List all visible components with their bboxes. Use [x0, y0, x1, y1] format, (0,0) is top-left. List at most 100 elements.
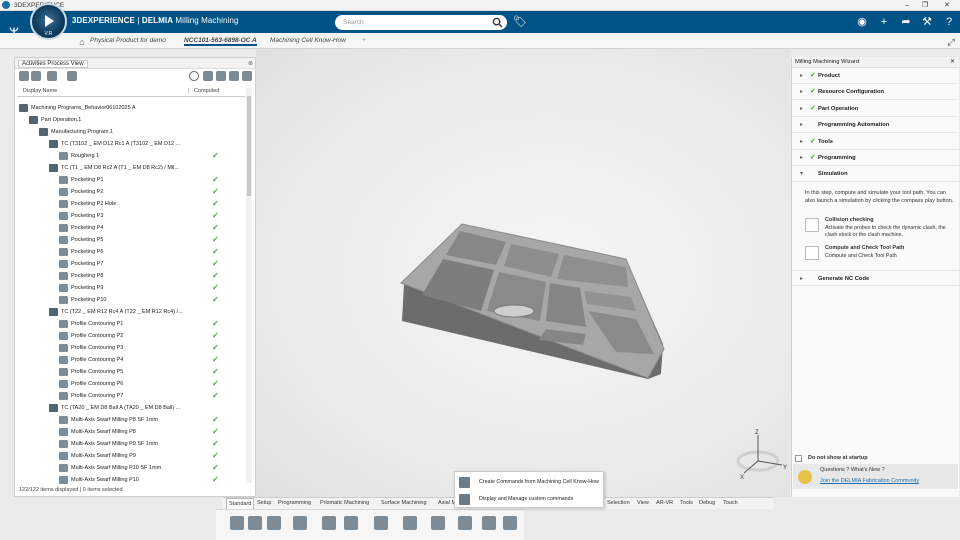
popup-create-commands[interactable]: Create Commands from Machining Cell Know… — [455, 474, 605, 491]
questions-link[interactable]: Questions ? What's New ? — [820, 467, 885, 473]
wizard-step[interactable]: ▸ ✓ Resource Configuration — [792, 84, 959, 101]
tree-row[interactable]: Profile Contouring P7 — [59, 390, 123, 402]
tree-tool-icon[interactable] — [19, 71, 29, 81]
tree-row[interactable]: Multi-Axis Swarf Milling P10 — [59, 474, 139, 486]
add-tab-button[interactable]: + — [362, 37, 366, 44]
tag-icon[interactable]: 🏷 — [512, 14, 528, 30]
zoom-icon[interactable] — [322, 516, 336, 530]
tree-row[interactable]: Pocketing P1 — [59, 174, 103, 186]
tree-row[interactable]: TC (TA20 _ EM D8 Ball A (TA20 _ EM D8 Ba… — [49, 402, 180, 414]
no-show-checkbox[interactable] — [795, 455, 802, 462]
tree-tool4-icon[interactable] — [67, 71, 77, 81]
popup-manage-commands[interactable]: Display and Manage custom commands — [455, 491, 605, 508]
tree-scrollbar[interactable] — [246, 88, 252, 483]
action-tab[interactable]: View — [637, 500, 649, 506]
col-display-name[interactable]: Display Name — [23, 88, 57, 94]
axis-triad[interactable]: Z X Y — [730, 429, 790, 484]
tree-row[interactable]: TC (T3102 _ EM D12 Rc1 A (T3102 _ EM D12… — [49, 138, 180, 150]
tree-row[interactable]: TC (T22 _ EM R12 Rc4 A (T22 _ EM R12 Rc4… — [49, 306, 183, 318]
close-button[interactable]: ✕ — [936, 0, 958, 11]
tree-row[interactable]: Multi-Axis Swarf Milling P8 SF 1mm — [59, 414, 158, 426]
scrollbar-thumb[interactable] — [247, 96, 251, 196]
wizard-step[interactable]: ▸ ✓ Programming — [792, 150, 959, 166]
operation-icon[interactable] — [431, 516, 445, 530]
home-icon[interactable]: ⌂ — [74, 34, 90, 50]
tree-tool2-icon[interactable] — [31, 71, 41, 81]
cut-icon[interactable] — [230, 516, 244, 530]
tree-row[interactable]: Pocketing P7 — [59, 258, 103, 270]
share-icon[interactable]: ➦ — [898, 14, 914, 30]
machine-icon[interactable] — [482, 516, 496, 530]
col-computed[interactable]: Computed — [188, 88, 219, 94]
tree-row[interactable]: Pocketing P8 — [59, 270, 103, 282]
help-icon[interactable]: ? — [941, 14, 957, 30]
paste-icon[interactable] — [267, 516, 281, 530]
action-tab[interactable]: Tools — [680, 500, 693, 506]
compass-button[interactable]: V.R — [30, 3, 67, 40]
filter-search-icon[interactable] — [189, 71, 199, 81]
community-link[interactable]: Join the DELMIA Fabrication Community — [820, 478, 919, 484]
program-icon[interactable] — [403, 516, 417, 530]
expand-icon[interactable]: ⤢ — [943, 34, 959, 50]
action-tab[interactable]: Selection — [607, 500, 630, 506]
wizard-step[interactable]: ▸ ✓ Product — [792, 68, 959, 84]
tool-icon[interactable] — [374, 516, 388, 530]
wizard-step[interactable]: ▸ ✓ Tools — [792, 134, 959, 150]
wizard-step[interactable]: ▸ ✓ Part Operation — [792, 101, 959, 117]
tree-row[interactable]: Profile Contouring P5 — [59, 366, 123, 378]
tree-row[interactable]: Machining Programs_Behavior06102025 A — [19, 102, 136, 114]
simulate-icon[interactable] — [503, 516, 517, 530]
action-tab[interactable]: Touch — [723, 500, 738, 506]
restore-button[interactable]: ❐ — [914, 0, 936, 11]
tab-machining-cell[interactable]: Machining Cell Know-How — [270, 37, 346, 44]
part-model[interactable] — [256, 49, 790, 497]
tree-tool3-icon[interactable] — [47, 71, 57, 81]
tree-row[interactable]: Multi-Axis Swarf Milling P10 SF 1mm — [59, 462, 161, 474]
tree-row[interactable]: Manufacturing Program.1 — [39, 126, 113, 138]
tree-row[interactable]: Pocketing P2 Hole — [59, 198, 116, 210]
tree-row[interactable]: Pocketing P10 — [59, 294, 106, 306]
tree-row[interactable]: Roughing 1 — [59, 150, 99, 162]
tree-row[interactable]: Pocketing P4 — [59, 222, 103, 234]
wizard-step[interactable]: ▸ Programming Automation — [792, 117, 959, 134]
tree-row[interactable]: Pocketing P2 — [59, 186, 103, 198]
search-icon[interactable] — [492, 17, 503, 28]
tree-row[interactable]: Pocketing P3 — [59, 210, 103, 222]
undo-icon[interactable] — [293, 516, 307, 530]
action-tab[interactable]: Setup — [257, 500, 271, 506]
add-icon[interactable]: + — [876, 14, 892, 30]
tree-row[interactable]: Profile Contouring P4 — [59, 354, 123, 366]
search-box[interactable]: Search — [335, 15, 507, 30]
action-tab[interactable]: Debug — [699, 500, 715, 506]
play-icon[interactable] — [45, 15, 54, 27]
view-icon[interactable] — [344, 516, 358, 530]
export-icon[interactable] — [242, 71, 252, 81]
3d-viewport[interactable]: Z X Y — [256, 49, 790, 497]
wizard-step[interactable]: ▾ Simulation — [792, 166, 959, 183]
tree-row[interactable]: Multi-Axis Swarf Milling P9 — [59, 450, 136, 462]
action-tab[interactable]: Programming — [278, 500, 311, 506]
tools-icon[interactable]: ⚒ — [919, 14, 935, 30]
collision-checking-item[interactable]: Collision checking Activate the probes to… — [805, 217, 955, 239]
tree-row[interactable]: Part Operation.1 — [29, 114, 81, 126]
tab-physical-product[interactable]: Physical Product for demo — [90, 37, 166, 44]
action-tab[interactable]: AR-VR — [656, 500, 673, 506]
compute-toolpath-item[interactable]: Compute and Check Tool Path Compute and C… — [805, 245, 955, 263]
wizard-close-icon[interactable]: ✕ — [950, 59, 955, 65]
tab-ncc101[interactable]: NCC101-563-6898-OC A — [184, 37, 257, 46]
action-tab[interactable]: Surface Machining — [381, 500, 427, 506]
tree-row[interactable]: Profile Contouring P6 — [59, 378, 123, 390]
settings-icon[interactable] — [229, 71, 239, 81]
tree-row[interactable]: Profile Contouring P2 — [59, 330, 123, 342]
user-icon[interactable]: ◉ — [854, 14, 870, 30]
action-tab[interactable]: Prismatic Machining — [320, 500, 369, 506]
tree-row[interactable]: Multi-Axis Swarf Milling P9 SF 1mm — [59, 438, 158, 450]
copy-icon[interactable] — [248, 516, 262, 530]
tree-row[interactable]: Pocketing P6 — [59, 246, 103, 258]
tree-row[interactable]: Profile Contouring P1 — [59, 318, 123, 330]
columns-icon[interactable] — [216, 71, 226, 81]
tree-row[interactable]: Pocketing P9 — [59, 282, 103, 294]
tree-row[interactable]: Profile Contouring P3 — [59, 342, 123, 354]
tree-row[interactable]: Multi-Axis Swarf Milling P8 — [59, 426, 136, 438]
machining-cell-icon[interactable] — [458, 516, 472, 530]
